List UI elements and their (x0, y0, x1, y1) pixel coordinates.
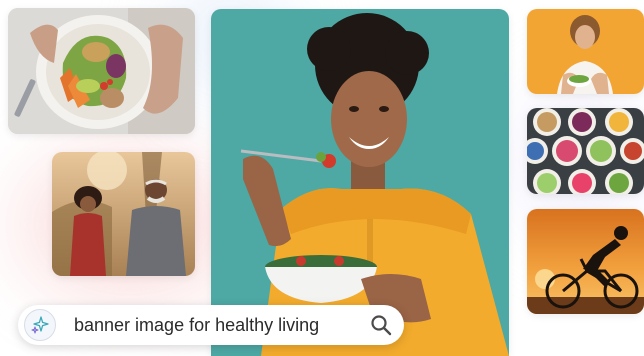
image-cyclist-sunset[interactable] (527, 209, 644, 314)
smoothie-bowls-photo (527, 108, 644, 194)
image-woman-orange-background[interactable] (527, 9, 644, 94)
sparkles-icon[interactable] (24, 309, 56, 341)
image-salad-bowl[interactable] (8, 8, 195, 134)
search-icon[interactable] (366, 310, 396, 340)
couple-jogging-photo (52, 152, 195, 276)
image-search-banner: banner image for healthy living (0, 0, 644, 356)
salad-bowl-photo (8, 8, 195, 134)
image-couple-jogging[interactable] (52, 152, 195, 276)
woman-orange-background-photo (527, 9, 644, 94)
search-bar[interactable]: banner image for healthy living (18, 305, 404, 345)
magnifier-glyph (371, 315, 392, 336)
image-smoothie-bowls[interactable] (527, 108, 644, 194)
search-input[interactable]: banner image for healthy living (74, 315, 366, 336)
image-woman-eating-salad[interactable] (211, 9, 509, 356)
cyclist-sunset-photo (527, 209, 644, 314)
sparkles-glyph (31, 316, 49, 334)
woman-eating-salad-photo (211, 9, 509, 356)
